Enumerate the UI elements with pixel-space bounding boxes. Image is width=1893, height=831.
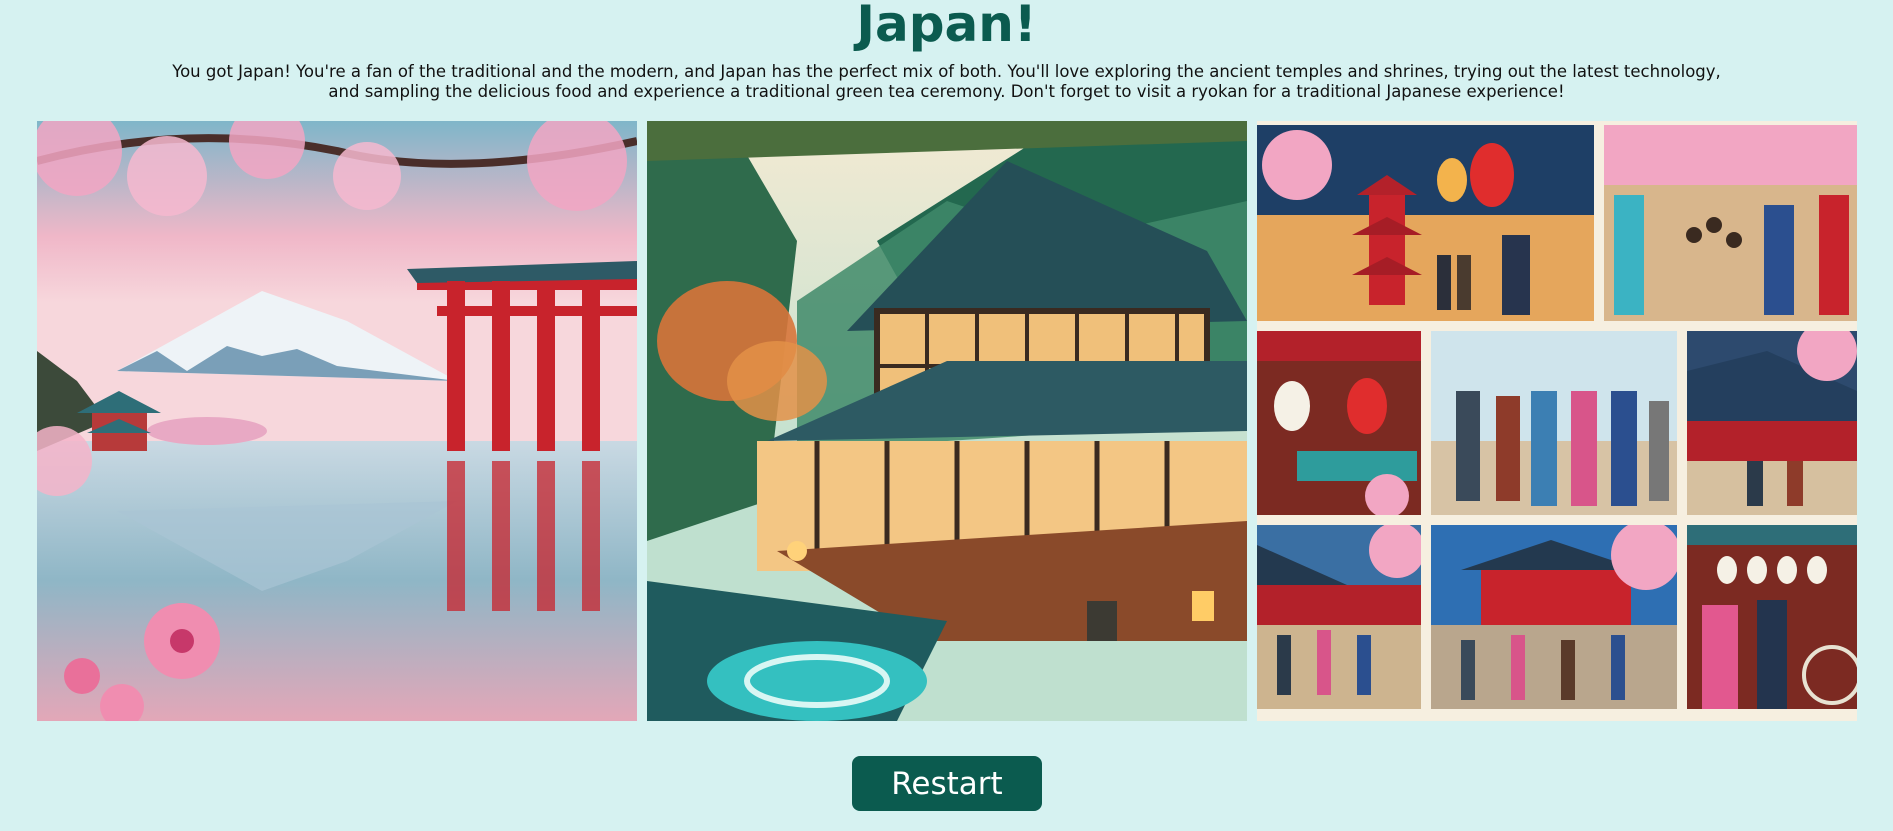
result-title: Japan!	[856, 0, 1037, 53]
collage-visitors-kimono-tile	[1431, 331, 1677, 515]
collage-kimono-street-tile	[1604, 125, 1857, 321]
collage-temple-crowd-tile	[1257, 525, 1421, 709]
collage-red-gate-crowd-tile	[1431, 525, 1677, 709]
japan-street-scenes-collage-image	[1257, 121, 1857, 721]
restart-button[interactable]: Restart	[852, 756, 1042, 811]
collage-pagoda-lanterns-tile	[1257, 125, 1594, 321]
ryokan-hot-spring-image	[647, 121, 1247, 721]
collage-food-cart-tile	[1687, 525, 1857, 709]
mount-fuji-torii-lake-image	[37, 121, 637, 721]
collage-shrine-market-tile	[1687, 331, 1857, 515]
result-description: You got Japan! You're a fan of the tradi…	[172, 62, 1721, 101]
collage-lantern-stall-tile	[1257, 331, 1421, 515]
